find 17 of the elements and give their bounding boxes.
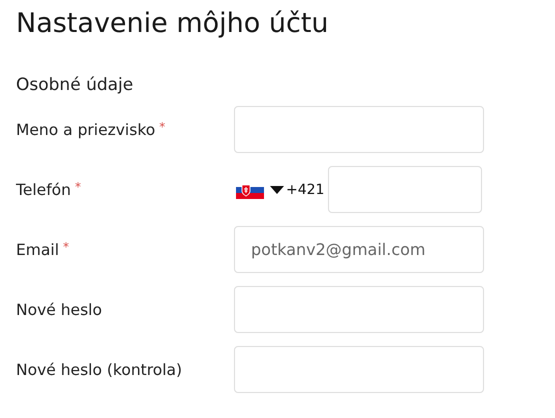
caret-icon[interactable]: [270, 186, 284, 194]
required-mark: *: [159, 120, 166, 134]
input-field[interactable]: [234, 106, 484, 153]
input-field[interactable]: [328, 166, 482, 213]
field-label: Nové heslo (kontrola): [16, 361, 182, 379]
field-label: Telefón: [16, 181, 71, 199]
dial-code: +421: [286, 182, 326, 198]
input-field[interactable]: [234, 286, 484, 333]
section-heading: Osobné údaje: [16, 74, 134, 97]
page-title: Nastavenie môjho účtu: [16, 7, 330, 41]
field-label: Meno a priezvisko: [16, 121, 156, 139]
required-mark: *: [63, 240, 70, 254]
input-field[interactable]: potkanv2@gmail.com: [234, 226, 484, 273]
input-field[interactable]: [234, 346, 484, 393]
field-label: Email: [16, 241, 60, 259]
field-label: Nové heslo: [16, 301, 102, 319]
required-mark: *: [74, 180, 81, 194]
